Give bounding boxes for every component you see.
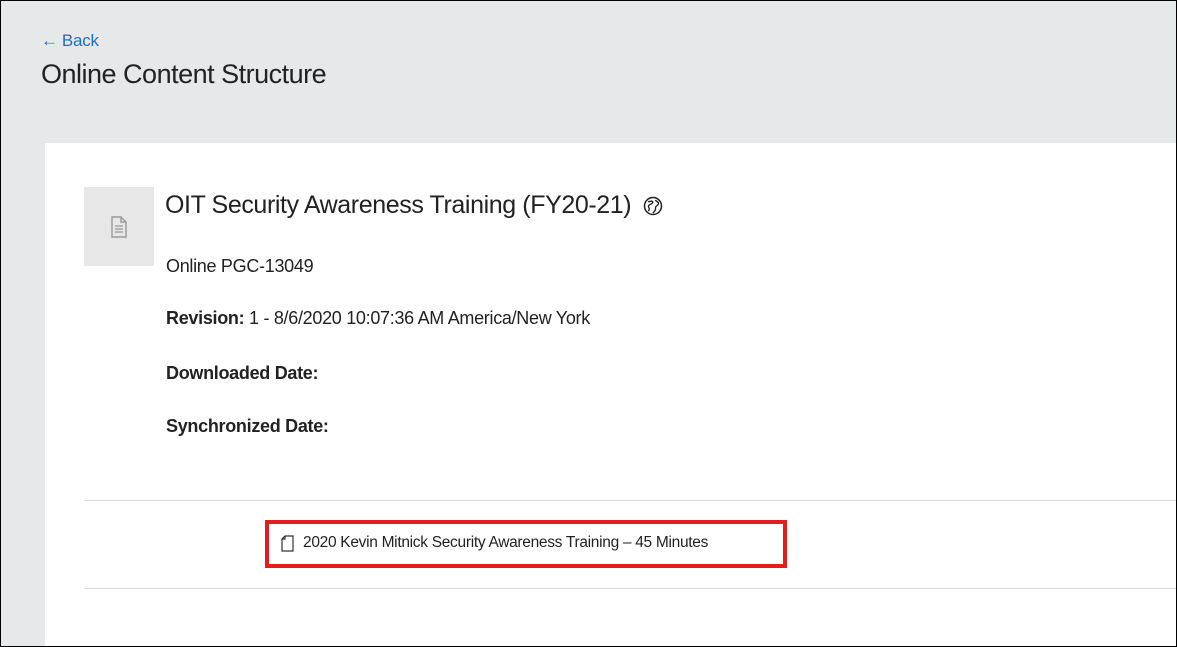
downloaded-date-label: Downloaded Date:	[166, 363, 319, 383]
globe-icon[interactable]	[643, 196, 663, 216]
course-title: OIT Security Awareness Training (FY20-21…	[165, 191, 663, 220]
revision-label: Revision:	[166, 308, 245, 328]
document-icon	[111, 216, 127, 238]
synchronized-date-label: Synchronized Date:	[166, 416, 329, 436]
course-thumbnail	[84, 187, 154, 266]
content-card: OIT Security Awareness Training (FY20-21…	[45, 143, 1176, 646]
downloaded-date-row: Downloaded Date:	[166, 363, 319, 384]
module-item-label: 2020 Kevin Mitnick Security Awareness Tr…	[303, 534, 709, 551]
back-link[interactable]: ← Back	[41, 31, 99, 51]
app-window: ← Back Online Content Structure OIT Secur…	[0, 0, 1177, 647]
page-header: ← Back Online Content Structure	[1, 1, 1176, 143]
section-divider	[84, 500, 1176, 501]
page-title: Online Content Structure	[41, 59, 327, 89]
course-code: Online PGC-13049	[166, 256, 314, 276]
module-item[interactable]: 2020 Kevin Mitnick Security Awareness Tr…	[281, 534, 708, 552]
revision-row: Revision: 1 - 8/6/2020 10:07:36 AM Ameri…	[166, 308, 590, 329]
section-divider	[84, 588, 1176, 589]
synchronized-date-row: Synchronized Date:	[166, 416, 329, 437]
file-icon	[281, 534, 294, 552]
back-arrow-icon: ←	[41, 31, 58, 50]
course-title-text: OIT Security Awareness Training (FY20-21…	[165, 191, 632, 219]
revision-value: 1 - 8/6/2020 10:07:36 AM America/New Yor…	[249, 308, 590, 328]
back-label: Back	[61, 31, 99, 50]
